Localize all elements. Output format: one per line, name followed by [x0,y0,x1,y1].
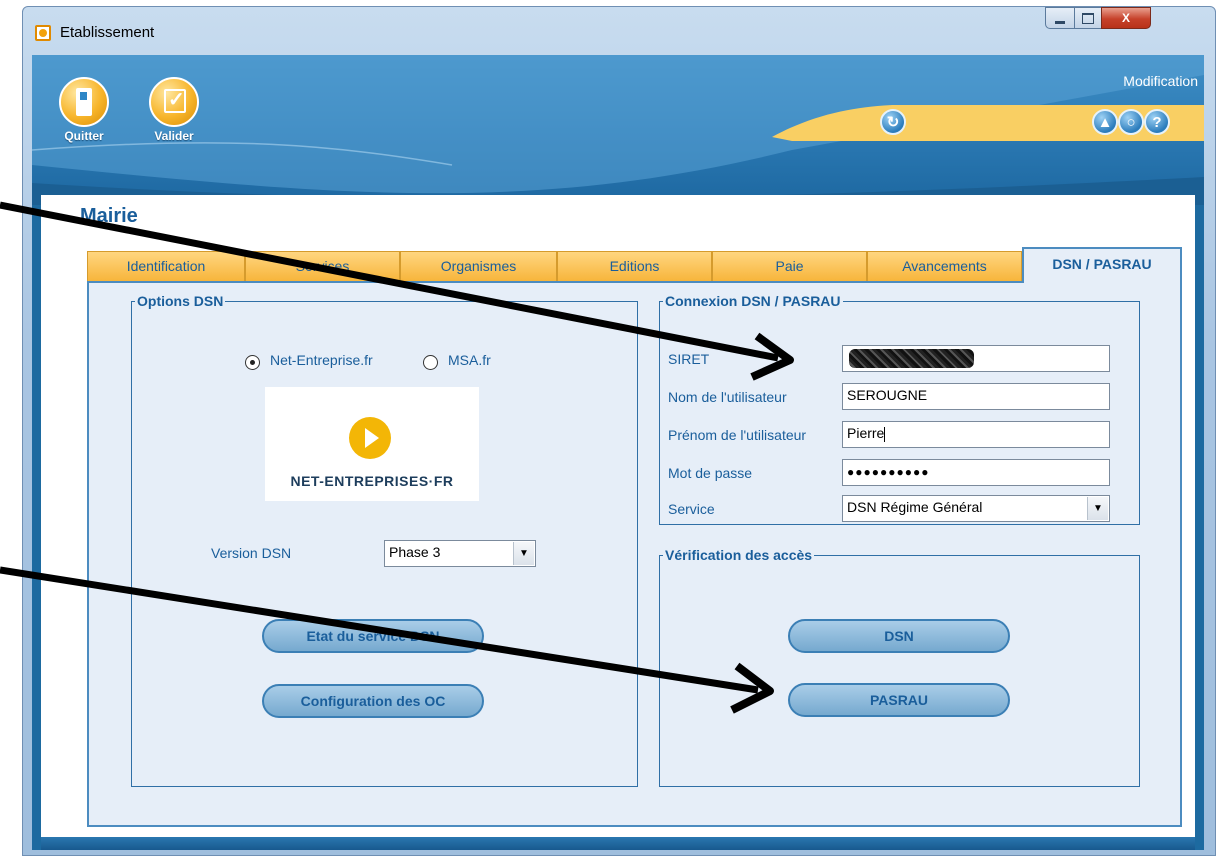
tab-organismes[interactable]: Organismes [400,251,557,281]
validate-button[interactable]: Valider [144,77,204,143]
tab-bar: Identification Services Organismes Editi… [87,247,1182,283]
minimize-icon [1055,20,1065,24]
tab-editions[interactable]: Editions [557,251,712,281]
dsn-service-status-button[interactable]: Etat du service DSN [262,619,484,653]
checkmark-validate-icon [164,87,186,113]
close-button[interactable]: X [1101,7,1151,29]
connexion-legend: Connexion DSN / PASRAU [665,293,841,309]
firstname-label: Prénom de l'utilisateur [668,427,807,443]
verification-group: Vérification des accès DSN PASRAU [659,547,1140,787]
version-dsn-label: Version DSN [211,545,292,561]
radio-msa[interactable] [423,355,438,370]
password-field[interactable]: ●●●●●●●●●● [842,459,1110,486]
net-entreprises-logo: NET-ENTREPRISES·FR [265,387,479,501]
app-icon [35,25,51,41]
minimize-button[interactable] [1045,7,1075,29]
firstname-field[interactable]: Pierre [842,421,1110,448]
username-field[interactable]: SEROUGNE [842,383,1110,410]
siret-field[interactable] [842,345,1110,372]
quit-label: Quitter [64,129,104,143]
service-value: DSN Régime Général [847,499,983,515]
page-title: Mairie [80,205,138,227]
verification-legend: Vérification des accès [665,547,813,563]
options-dsn-group: Options DSN Net-Entreprise.fr MSA.fr NET… [131,293,638,787]
service-select[interactable]: DSN Régime Général ▼ [842,495,1110,522]
text-caret [884,426,886,442]
tab-paie[interactable]: Paie [712,251,867,281]
door-exit-icon [76,88,92,116]
service-label: Service [668,501,715,517]
options-dsn-legend: Options DSN [137,293,224,309]
password-label: Mot de passe [668,465,753,481]
close-icon: X [1121,11,1130,25]
app-window: Etablissement X Modification Quitter Val… [22,6,1216,856]
graduation-cap-icon[interactable]: ▲ [1092,109,1118,135]
tab-content: Options DSN Net-Entreprise.fr MSA.fr NET… [87,281,1182,827]
radio-msa-label: MSA.fr [448,352,491,368]
status-bar [41,837,1195,850]
client-area: Modification Quitter Valider ↻ ▲ ○ ? Mai… [32,55,1204,850]
support-icon[interactable]: ○ [1118,109,1144,135]
radio-net-entreprise[interactable] [245,355,260,370]
redaction-mark [849,349,974,368]
header-decoration [32,55,1204,205]
mode-label: Modification [1123,73,1198,89]
refresh-icon[interactable]: ↻ [880,109,906,135]
main-panel: Mairie Identification Services Organisme… [41,195,1195,837]
firstname-value: Pierre [847,425,885,441]
quit-button[interactable]: Quitter [54,77,114,143]
logo-text: NET-ENTREPRISES·FR [290,473,454,489]
maximize-button[interactable] [1074,7,1102,29]
chevron-down-icon[interactable]: ▼ [1087,497,1108,520]
siret-label: SIRET [668,351,710,367]
window-title: Etablissement [60,24,155,41]
maximize-icon [1082,12,1094,24]
play-icon [349,417,391,459]
oc-configuration-button[interactable]: Configuration des OC [262,684,484,718]
version-dsn-select[interactable]: Phase 3 ▼ [384,540,536,567]
tab-avancements[interactable]: Avancements [867,251,1022,281]
tab-identification[interactable]: Identification [87,251,245,281]
help-icon[interactable]: ? [1144,109,1170,135]
help-glyph: ? [1152,113,1162,131]
chevron-down-icon[interactable]: ▼ [513,542,534,565]
pasrau-check-button[interactable]: PASRAU [788,683,1010,717]
tab-services[interactable]: Services [245,251,400,281]
dsn-check-button[interactable]: DSN [788,619,1010,653]
tab-dsn-pasrau[interactable]: DSN / PASRAU [1022,247,1182,283]
connexion-group: Connexion DSN / PASRAU SIRET Nom de l'ut… [659,293,1140,525]
validate-label: Valider [154,129,194,143]
version-dsn-value: Phase 3 [389,544,441,560]
radio-net-entreprise-label: Net-Entreprise.fr [270,352,373,368]
username-label: Nom de l'utilisateur [668,389,787,405]
title-bar[interactable]: Etablissement X [23,7,1215,55]
